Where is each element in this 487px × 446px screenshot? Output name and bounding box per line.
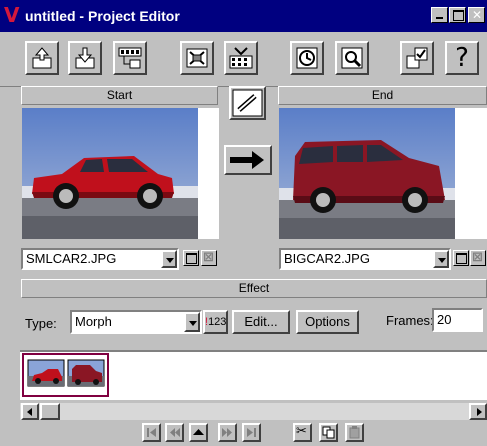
swap-icon <box>232 89 263 117</box>
start-file-select[interactable]: SMLCAR2.JPG <box>21 248 179 270</box>
start-window-button[interactable] <box>183 250 199 266</box>
play-button[interactable] <box>189 423 208 442</box>
timeline-scrollbar[interactable] <box>20 403 487 420</box>
edit-button[interactable]: Edit... <box>232 310 290 334</box>
swap-button[interactable] <box>229 86 266 120</box>
maximize-button[interactable] <box>449 7 466 23</box>
start-file-dropdown-button[interactable] <box>161 250 177 268</box>
direction-button[interactable] <box>224 145 272 175</box>
scroll-thumb[interactable] <box>40 403 60 420</box>
project-editor-window: V untitled - Project Editor ✕ ? Start SM… <box>0 0 487 446</box>
eject-icon <box>193 429 204 435</box>
right-arrow-icon <box>230 151 264 169</box>
effect-type-dropdown-button[interactable] <box>184 312 200 332</box>
options-button[interactable]: Options <box>296 310 359 334</box>
fast-forward-button[interactable] <box>218 423 237 442</box>
chevron-down-icon <box>438 258 446 263</box>
save-button[interactable] <box>68 41 102 75</box>
filmstrip-export-button[interactable] <box>113 41 147 75</box>
window-icon <box>456 253 467 264</box>
window-icon <box>186 253 197 264</box>
counter-button[interactable]: !123 <box>203 310 228 334</box>
app-logo-icon: V <box>4 3 20 27</box>
copy-button[interactable] <box>319 423 338 442</box>
filmstrip-icon <box>229 47 253 69</box>
chevron-left-icon <box>27 408 32 416</box>
paste-button[interactable] <box>345 423 364 442</box>
scroll-left-button[interactable] <box>21 403 39 420</box>
clock-button[interactable] <box>290 41 324 75</box>
sequence-icon <box>186 48 208 68</box>
end-file-dropdown-button[interactable] <box>433 250 449 268</box>
timeline-thumbnails <box>27 359 105 387</box>
close-icon: ✕ <box>472 8 483 22</box>
copy-icon <box>322 426 335 439</box>
start-clear-button[interactable]: ⊠ <box>201 250 217 266</box>
rewind-button[interactable] <box>165 423 184 442</box>
effect-header: Effect <box>21 279 487 298</box>
start-file-value: SMLCAR2.JPG <box>26 251 117 266</box>
preview-button[interactable] <box>335 41 369 75</box>
counter-label: 123 <box>208 316 227 328</box>
frames-input[interactable]: 20 <box>432 308 483 332</box>
open-icon <box>32 47 52 69</box>
filmstrip-button[interactable] <box>224 41 258 75</box>
last-frame-button[interactable] <box>242 423 261 442</box>
end-window-button[interactable] <box>453 250 469 266</box>
chevron-down-icon <box>166 258 174 263</box>
skip-start-icon <box>147 428 156 437</box>
help-icon: ? <box>455 43 469 73</box>
effect-type-select[interactable]: Morph <box>70 310 202 334</box>
chevron-right-icon <box>477 408 482 416</box>
start-header: Start <box>21 86 218 105</box>
small-car-photo <box>22 108 219 239</box>
effect-type-value: Morph <box>75 314 112 329</box>
chevron-down-icon <box>189 321 197 326</box>
title-bar[interactable]: V untitled - Project Editor ✕ <box>0 0 487 32</box>
minimize-button[interactable] <box>431 7 448 23</box>
save-icon <box>75 47 95 69</box>
open-button[interactable] <box>25 41 59 75</box>
close-button[interactable]: ✕ <box>468 7 485 23</box>
fast-forward-icon <box>222 428 232 437</box>
window-title: untitled - Project Editor <box>25 8 180 24</box>
paste-icon <box>349 426 360 439</box>
frames-label: Frames: <box>386 313 434 328</box>
help-button[interactable]: ? <box>445 41 479 75</box>
type-label: Type: <box>25 316 57 331</box>
preview-icon <box>341 47 363 69</box>
clear-icon: ⊠ <box>472 250 483 265</box>
skip-end-icon <box>247 428 256 437</box>
clear-icon: ⊠ <box>203 250 214 265</box>
big-car-photo <box>279 108 487 239</box>
sequence-button[interactable] <box>180 41 214 75</box>
first-frame-button[interactable] <box>142 423 161 442</box>
end-clear-button[interactable]: ⊠ <box>470 250 486 266</box>
start-image[interactable] <box>22 108 219 239</box>
end-image[interactable] <box>279 108 487 239</box>
end-file-select[interactable]: BIGCAR2.JPG <box>279 248 451 270</box>
checkbox-icon <box>406 47 428 69</box>
timeline-clip[interactable] <box>22 353 109 397</box>
end-header: End <box>278 86 487 105</box>
end-file-value: BIGCAR2.JPG <box>284 251 370 266</box>
scissors-icon: ✂ <box>296 424 307 439</box>
scroll-right-button[interactable] <box>469 403 487 420</box>
rewind-icon <box>170 428 180 437</box>
minimize-icon <box>436 17 443 19</box>
maximize-icon <box>453 10 464 21</box>
properties-button[interactable] <box>400 41 434 75</box>
filmstrip-export-icon <box>118 47 142 69</box>
clock-icon <box>296 47 318 69</box>
cut-button[interactable]: ✂ <box>293 423 312 442</box>
